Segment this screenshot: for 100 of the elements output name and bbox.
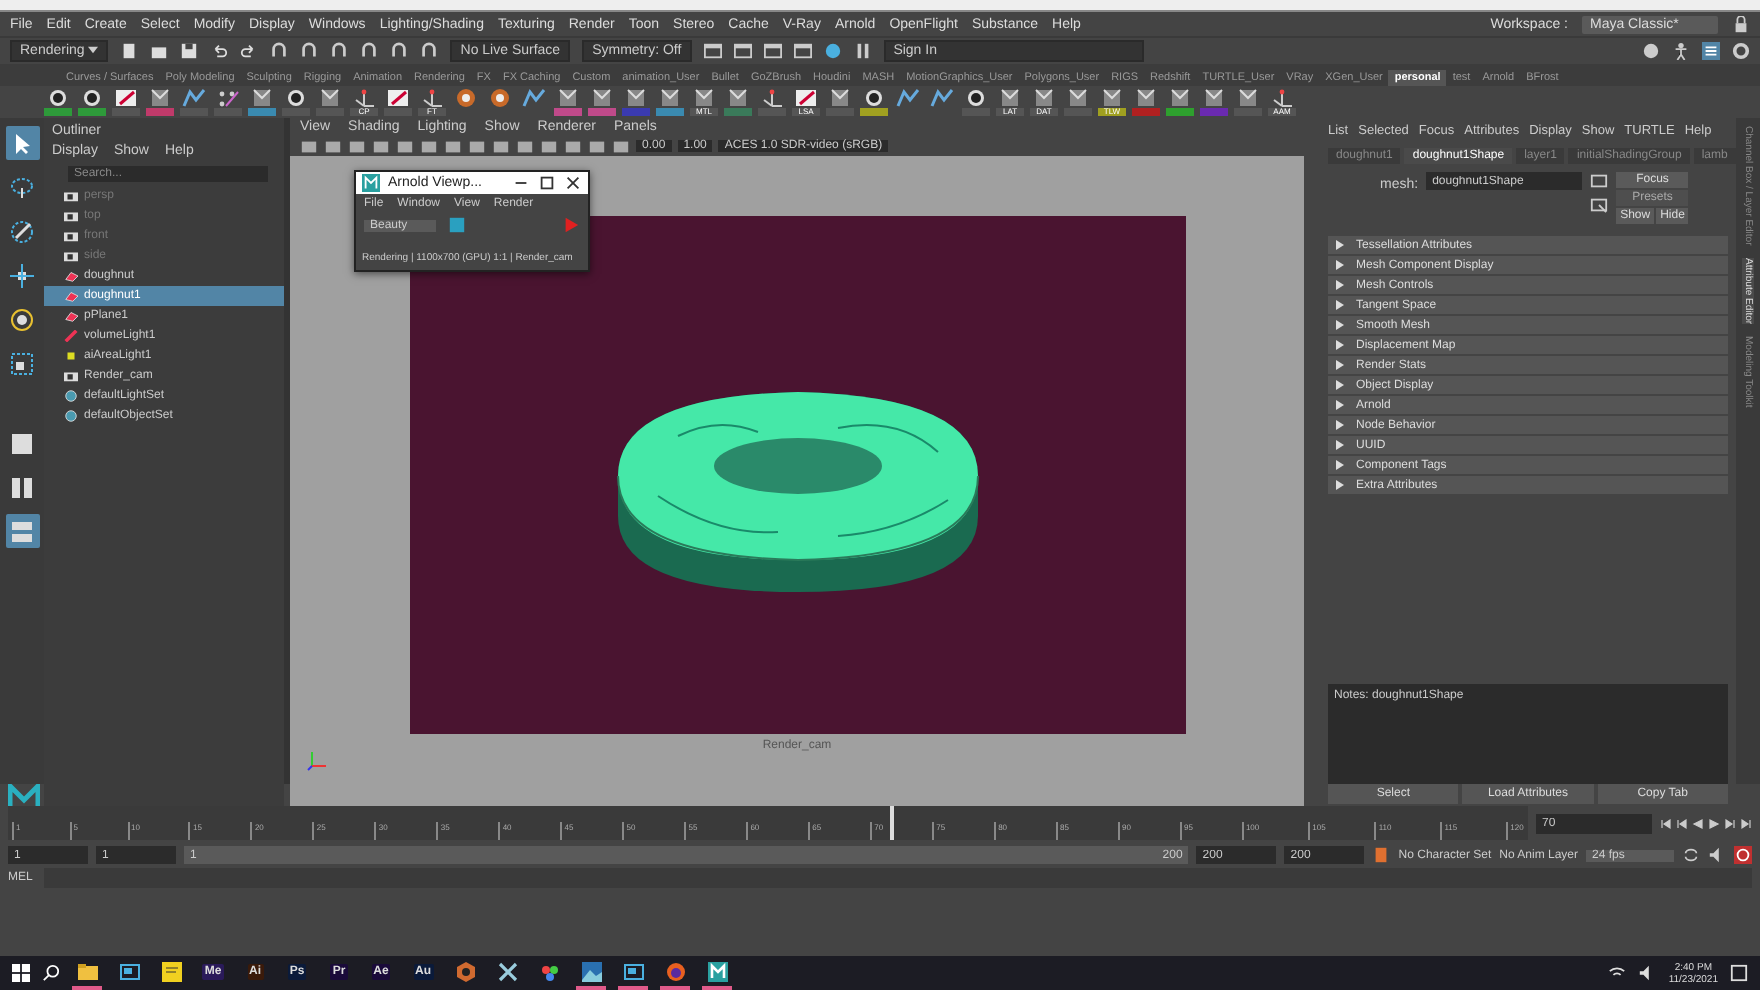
select-tool[interactable] xyxy=(5,126,39,160)
save-icon[interactable] xyxy=(180,42,199,60)
axis-gizmo-icon xyxy=(306,748,330,772)
shelf-tool-icon[interactable] xyxy=(658,88,682,108)
shelf-tool-icon[interactable] xyxy=(1168,88,1192,108)
shelf-tool-icon[interactable] xyxy=(488,88,512,108)
node-icon xyxy=(64,270,78,282)
undo-icon[interactable] xyxy=(210,42,229,60)
search-icon[interactable] xyxy=(42,964,60,982)
render-region-icon[interactable] xyxy=(448,216,466,234)
node-icon xyxy=(64,390,78,402)
caret-icon xyxy=(88,46,99,54)
layout-icon xyxy=(10,519,34,543)
close-icon[interactable] xyxy=(564,174,582,192)
open-folder-icon[interactable] xyxy=(150,42,169,60)
attribute-editor-icon[interactable] xyxy=(1702,42,1720,60)
settings-icon[interactable] xyxy=(1732,42,1750,60)
maya-icon[interactable] xyxy=(707,961,727,981)
folder-icon[interactable] xyxy=(77,961,97,981)
shelf-tool-icon[interactable] xyxy=(794,88,818,108)
render-window-icon[interactable] xyxy=(763,42,782,60)
shelf-tool-icon[interactable] xyxy=(80,88,104,108)
taskbar-app[interactable] xyxy=(576,956,606,990)
shelf-tool-icon[interactable] xyxy=(46,88,70,108)
hexagon-icon[interactable] xyxy=(455,961,475,981)
node-icon xyxy=(64,210,78,222)
rotate-icon xyxy=(10,307,34,331)
playhead[interactable] xyxy=(889,806,894,840)
lock-icon[interactable] xyxy=(1732,15,1750,33)
shelf-tool-icon[interactable] xyxy=(420,88,444,108)
shelf-tool-icon[interactable] xyxy=(1270,88,1294,108)
playback-button[interactable] xyxy=(1724,817,1736,829)
shelf-tool-icon[interactable] xyxy=(1134,88,1158,108)
loop-icon[interactable] xyxy=(1682,846,1700,864)
shelf-tool-icon[interactable] xyxy=(590,88,614,108)
browser-icon[interactable] xyxy=(665,961,685,981)
playback-button[interactable] xyxy=(1740,817,1752,829)
shelf-tool-icon[interactable] xyxy=(998,88,1022,108)
shelf-tool-icon[interactable] xyxy=(556,88,580,108)
layout-button[interactable] xyxy=(5,514,39,548)
shelf-tool-icon[interactable] xyxy=(114,88,138,108)
stop-icon[interactable] xyxy=(1734,846,1752,864)
move-tool[interactable] xyxy=(5,258,39,292)
photo-icon[interactable] xyxy=(581,961,601,981)
scale-icon xyxy=(10,351,34,375)
render-window-icon[interactable] xyxy=(703,42,722,60)
maximize-icon[interactable] xyxy=(538,174,556,192)
shelf-tool-icon[interactable] xyxy=(284,88,308,108)
render-sphere-icon[interactable] xyxy=(823,42,842,60)
note-icon[interactable] xyxy=(161,961,181,981)
x-icon[interactable] xyxy=(497,961,517,981)
window-icon[interactable] xyxy=(119,961,139,981)
shelf-tool-icon[interactable] xyxy=(250,88,274,108)
shelf-tool-icon[interactable] xyxy=(352,88,376,108)
node-icon xyxy=(64,190,78,202)
key-icon[interactable] xyxy=(1372,846,1391,864)
shelf-tool-icon[interactable] xyxy=(726,88,750,108)
redo-icon[interactable] xyxy=(240,42,259,60)
node-icon xyxy=(64,350,78,362)
shelf-tool-icon[interactable] xyxy=(964,88,988,108)
node-icon xyxy=(64,250,78,262)
node-icon xyxy=(64,290,78,302)
shelf-tool-icon[interactable] xyxy=(1236,88,1260,108)
layout-icon[interactable] xyxy=(10,475,34,499)
shelf-tool-icon[interactable] xyxy=(1100,88,1124,108)
node-icon xyxy=(64,370,78,382)
lasso-icon xyxy=(10,175,34,199)
shelf-tool-icon[interactable] xyxy=(454,88,478,108)
pause-icon[interactable] xyxy=(853,42,872,60)
shelf-tool-icon[interactable] xyxy=(386,88,410,108)
move-icon xyxy=(10,263,34,287)
brush-icon xyxy=(10,219,34,243)
taskbar-app[interactable] xyxy=(702,956,732,990)
shelf-tool-icon[interactable] xyxy=(692,88,716,108)
shelf-tool-icon[interactable] xyxy=(318,88,342,108)
arrow-pointer-icon xyxy=(10,131,34,155)
notification-icon[interactable] xyxy=(1730,964,1748,982)
shelf-tool-icon[interactable] xyxy=(624,88,648,108)
shelf-tool-icon[interactable] xyxy=(1202,88,1226,108)
window-icon[interactable] xyxy=(623,961,643,981)
render-window-icon[interactable] xyxy=(793,42,812,60)
node-icon xyxy=(64,410,78,422)
shelf-tool-icon[interactable] xyxy=(760,88,784,108)
layout-icon[interactable] xyxy=(10,431,34,455)
render-window-icon[interactable] xyxy=(733,42,752,60)
node-icon xyxy=(64,330,78,342)
playback-button[interactable] xyxy=(1676,817,1688,829)
new-file-icon[interactable] xyxy=(120,42,139,60)
maya-logo-icon xyxy=(8,784,40,812)
shelf-tool-icon[interactable] xyxy=(1066,88,1090,108)
shelf-tool-icon[interactable] xyxy=(216,88,240,108)
human-figure-icon[interactable] xyxy=(1672,42,1690,60)
start-icon[interactable] xyxy=(12,964,30,982)
shelf-tool-icon[interactable] xyxy=(862,88,886,108)
shelf-tool-icon[interactable] xyxy=(1032,88,1056,108)
playback-button[interactable] xyxy=(1660,817,1672,829)
shelf-tool-icon[interactable] xyxy=(828,88,852,108)
shelf-tool-icon[interactable] xyxy=(148,88,172,108)
color-wheel-icon[interactable] xyxy=(539,961,559,981)
node-icon xyxy=(64,230,78,242)
